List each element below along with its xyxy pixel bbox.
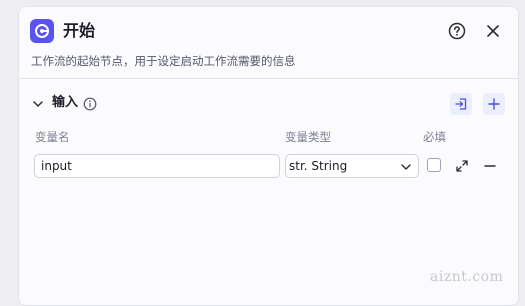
required-checkbox[interactable] (427, 158, 441, 172)
header-divider (19, 78, 518, 79)
watermark: aiznt.com (430, 269, 504, 285)
column-header-type: 变量类型 (285, 130, 331, 144)
variable-name-input[interactable] (34, 154, 280, 178)
close-icon[interactable] (483, 21, 503, 41)
import-icon[interactable] (450, 93, 472, 115)
plus-icon (488, 98, 500, 110)
column-header-required: 必填 (423, 130, 446, 144)
start-node-panel: 开始 工作流的起始节点，用于设定启动工作流需要的信息 输入 变量名 变量类型 必… (18, 6, 519, 306)
variable-type-select[interactable]: str. String (285, 154, 419, 178)
column-header-name: 变量名 (35, 130, 70, 144)
info-icon[interactable] (83, 96, 97, 111)
panel-title: 开始 (63, 21, 96, 40)
minus-icon[interactable] (483, 158, 497, 172)
expand-icon[interactable] (455, 158, 469, 172)
variable-type-value: str. String (289, 159, 348, 173)
start-node-icon (30, 19, 54, 43)
add-input-button[interactable] (483, 93, 505, 115)
chevron-down-icon[interactable] (31, 97, 45, 111)
panel-header: 开始 工作流的起始节点，用于设定启动工作流需要的信息 (19, 7, 518, 77)
panel-description: 工作流的起始节点，用于设定启动工作流需要的信息 (31, 54, 296, 68)
inputs-section-title: 输入 (52, 95, 79, 110)
help-icon[interactable] (447, 21, 467, 41)
chevron-down-icon (401, 164, 411, 170)
